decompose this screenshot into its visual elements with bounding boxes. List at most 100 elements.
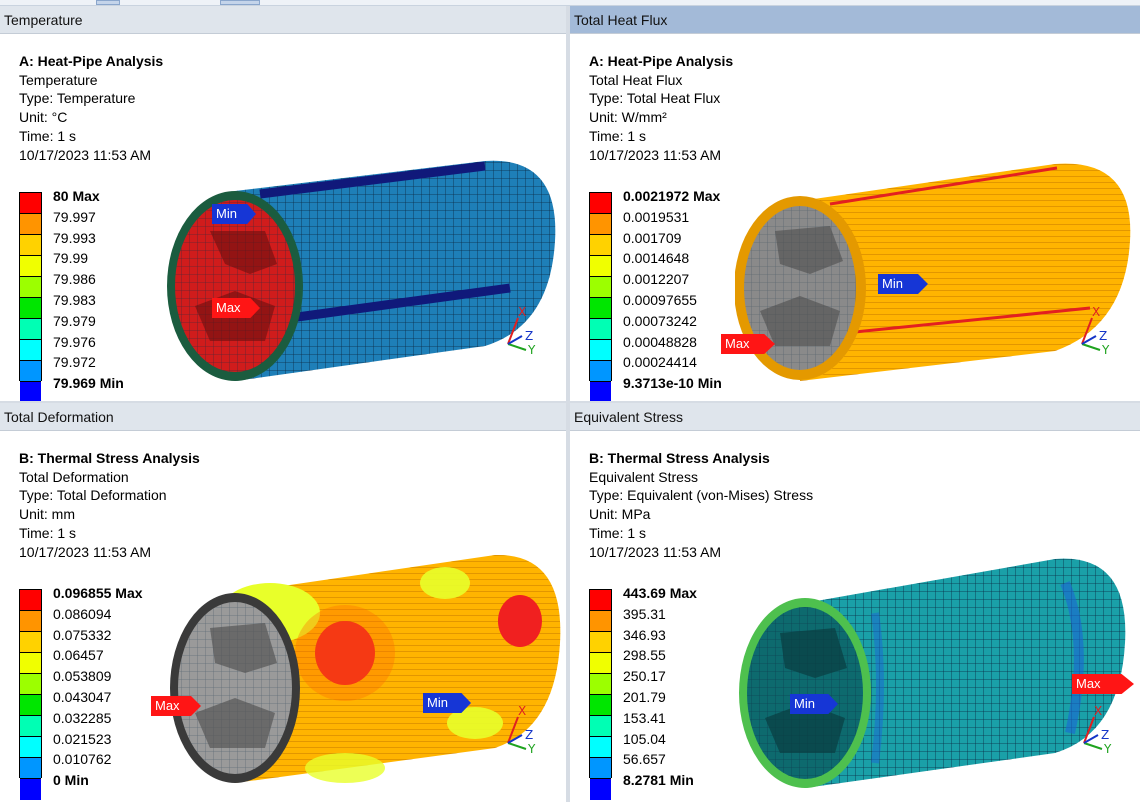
legend-value-label: 0.00097655 <box>623 292 697 308</box>
z-axis-label: Z <box>1099 329 1107 343</box>
legend-value-label: 0.001709 <box>623 229 682 246</box>
max-probe-tag[interactable]: Max <box>212 298 260 318</box>
toolbar-tab[interactable] <box>96 0 120 5</box>
x-axis-label: X <box>1092 306 1100 319</box>
legend-color-bar <box>589 192 612 401</box>
y-axis-label: Y <box>527 343 536 356</box>
color-legend[interactable]: 443.69 Max 395.31 346.93 298.55 250.17 201.79… <box>589 585 759 800</box>
legend-value-label: 0.010762 <box>53 751 112 768</box>
legend-color-swatch <box>590 695 611 716</box>
legend-value-label: 0.00073242 <box>623 312 697 329</box>
axis-triad-icon: X Y Z <box>1081 306 1110 356</box>
z-axis-label: Z <box>1101 728 1109 742</box>
legend-value-label: 79.972 <box>53 354 96 371</box>
legend-color-swatch <box>590 590 611 611</box>
model-viewport[interactable] <box>735 146 1135 401</box>
legend-value-label: 0.086094 <box>53 605 112 622</box>
legend-value-label: 298.55 <box>623 647 666 664</box>
legend-value-label: 0.0014648 <box>623 250 690 267</box>
result-name: Temperature <box>19 71 98 88</box>
heat-flux-pane[interactable]: Total Heat Flux A: Heat-Pipe Analysis To… <box>570 6 1140 401</box>
legend-color-swatch <box>20 695 41 716</box>
legend-min-label: 8.2781 Min <box>623 772 694 789</box>
result-unit: Unit: MPa <box>589 506 651 523</box>
result-unit: Unit: °C <box>19 109 68 126</box>
analysis-name: A: Heat-Pipe Analysis <box>19 53 164 69</box>
result-time: Time: 1 s <box>19 524 77 541</box>
legend-color-swatch <box>20 779 41 800</box>
color-legend[interactable]: 0.096855 Max 0.086094 0.075332 0.06457 0.053… <box>19 585 189 800</box>
legend-value-label: 79.979 <box>53 312 96 329</box>
legend-color-bar <box>19 589 42 800</box>
legend-color-swatch <box>590 382 611 401</box>
min-probe-tag[interactable]: Min <box>790 694 838 714</box>
legend-color-bar <box>589 589 612 800</box>
legend-min-label: 0 Min <box>53 772 89 789</box>
legend-max-label: 0.0021972 Max <box>623 188 721 204</box>
legend-color-swatch <box>20 674 41 695</box>
color-legend[interactable]: 0.0021972 Max 0.0019531 0.001709 0.0014648 0… <box>589 188 759 401</box>
legend-color-swatch <box>20 632 41 653</box>
legend-color-swatch <box>590 653 611 674</box>
legend-color-swatch <box>20 235 41 256</box>
analysis-name: A: Heat-Pipe Analysis <box>589 53 734 69</box>
x-axis-label: X <box>1094 705 1102 718</box>
model-viewport[interactable] <box>165 543 565 798</box>
legend-color-swatch <box>590 737 611 758</box>
min-probe-tag[interactable]: Min <box>878 274 928 294</box>
pane-title[interactable]: Total Heat Flux <box>570 6 1140 34</box>
legend-value-label: 0.00024414 <box>623 354 697 371</box>
legend-value-label: 0.00048828 <box>623 333 697 350</box>
min-probe-tag[interactable]: Min <box>212 204 256 224</box>
result-type: Type: Total Deformation <box>19 487 167 504</box>
result-unit: Unit: mm <box>19 506 75 523</box>
result-date: 10/17/2023 11:53 AM <box>589 146 722 163</box>
y-axis-label: Y <box>1103 742 1112 755</box>
result-info: A: Heat-Pipe Analysis Total Heat Flux Ty… <box>589 52 733 164</box>
legend-value-label: 0.043047 <box>53 689 112 705</box>
legend-color-swatch <box>20 193 41 214</box>
max-probe-tag[interactable]: Max <box>151 696 201 716</box>
toolbar-tab[interactable] <box>220 0 260 5</box>
total-deformation-pane[interactable]: Total Deformation B: Thermal Stress Anal… <box>0 403 566 802</box>
legend-color-swatch <box>590 193 611 214</box>
legend-color-swatch <box>20 340 41 361</box>
legend-value-label: 201.79 <box>623 689 666 705</box>
legend-value-label: 0.06457 <box>53 647 104 664</box>
model-viewport[interactable] <box>165 146 565 401</box>
result-type: Type: Total Heat Flux <box>589 90 721 107</box>
result-date: 10/17/2023 11:53 AM <box>19 146 152 163</box>
max-probe-tag[interactable]: Max <box>721 334 775 354</box>
pane-title[interactable]: Temperature <box>0 6 566 34</box>
z-axis-label: Z <box>525 728 533 742</box>
legend-color-swatch <box>20 611 41 632</box>
analysis-name: B: Thermal Stress Analysis <box>589 450 770 466</box>
legend-value-label: 0.075332 <box>53 626 112 643</box>
pane-title[interactable]: Total Deformation <box>0 403 566 431</box>
pane-title[interactable]: Equivalent Stress <box>570 403 1140 431</box>
legend-color-swatch <box>590 758 611 779</box>
legend-value-label: 56.657 <box>623 751 666 768</box>
model-viewport[interactable] <box>735 543 1135 798</box>
legend-color-swatch <box>20 382 41 401</box>
legend-max-label: 443.69 Max <box>623 585 697 601</box>
legend-value-label: 395.31 <box>623 605 666 622</box>
result-time: Time: 1 s <box>589 127 647 144</box>
temperature-pane[interactable]: Temperature A: Heat-Pipe Analysis Temper… <box>0 6 566 401</box>
legend-color-swatch <box>20 214 41 235</box>
equivalent-stress-pane[interactable]: Equivalent Stress B: Thermal Stress Anal… <box>570 403 1140 802</box>
legend-value-label: 79.976 <box>53 333 96 350</box>
legend-color-swatch <box>590 235 611 256</box>
legend-value-label: 0.021523 <box>53 730 112 747</box>
legend-value-label: 0.053809 <box>53 668 112 685</box>
legend-value-label: 0.0012207 <box>623 271 690 288</box>
legend-color-bar <box>19 192 42 401</box>
result-type: Type: Temperature <box>19 90 136 107</box>
color-legend[interactable]: 80 Max 79.997 79.993 79.99 79.986 79.983 79.97… <box>19 188 189 401</box>
legend-value-label: 79.983 <box>53 292 96 308</box>
legend-color-swatch <box>590 319 611 340</box>
min-probe-tag[interactable]: Min <box>423 693 471 713</box>
legend-color-swatch <box>20 361 41 382</box>
max-probe-tag[interactable]: Max <box>1072 674 1134 694</box>
legend-value-label: 79.993 <box>53 229 96 246</box>
